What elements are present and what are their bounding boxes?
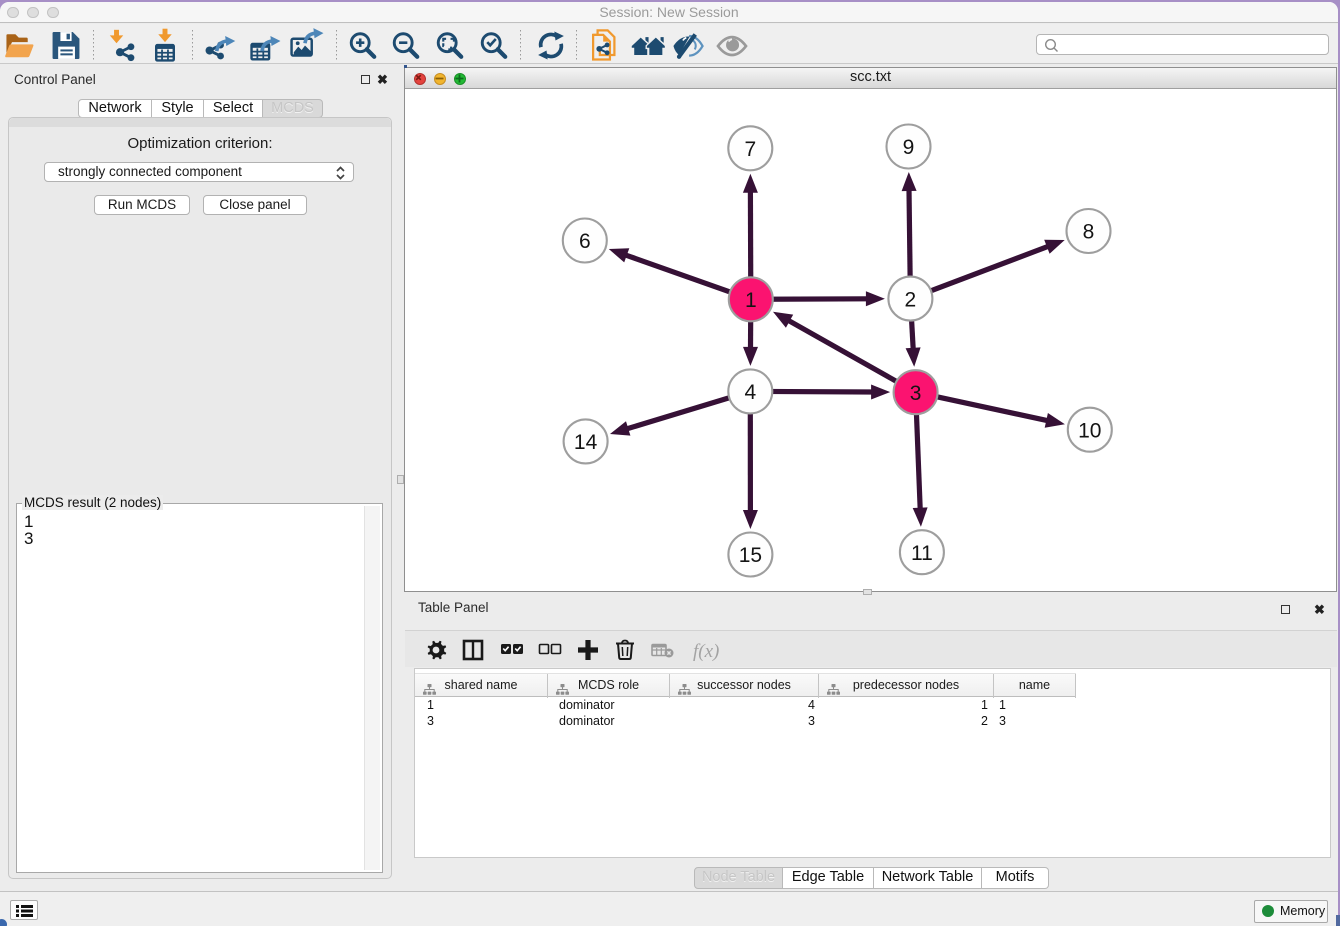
svg-text:8: 8 <box>1083 221 1095 244</box>
svg-text:4: 4 <box>744 381 756 404</box>
svg-text:2: 2 <box>905 288 917 311</box>
svg-text:9: 9 <box>903 136 915 159</box>
svg-text:10: 10 <box>1078 419 1101 442</box>
svg-text:14: 14 <box>574 431 598 454</box>
svg-text:11: 11 <box>911 542 933 565</box>
svg-text:f(x): f(x) <box>693 641 719 662</box>
svg-text:7: 7 <box>744 138 756 161</box>
svg-text:1: 1 <box>745 289 757 312</box>
svg-text:3: 3 <box>910 382 922 405</box>
svg-text:6: 6 <box>579 230 591 253</box>
svg-text:15: 15 <box>739 544 762 567</box>
